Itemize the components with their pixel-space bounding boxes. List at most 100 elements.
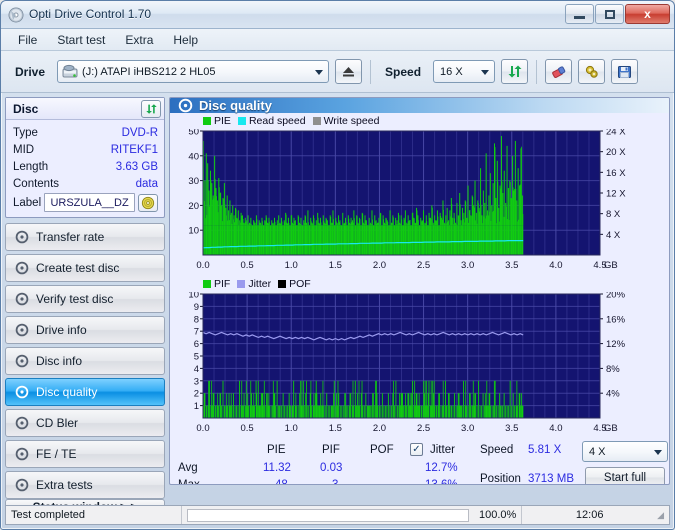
- settings-button[interactable]: [578, 59, 606, 84]
- disc-panel-header: Disc: [6, 98, 164, 120]
- disc-label-label: Label: [13, 196, 42, 209]
- disc-row-mid: MID RITEKF1: [13, 141, 158, 158]
- settings-icon: [585, 65, 598, 78]
- disc-icon: [15, 447, 29, 461]
- disc-type-label: Type: [13, 126, 38, 139]
- sidebar-item-drive-info[interactable]: Drive info: [5, 316, 165, 344]
- svg-text:4%: 4%: [606, 389, 620, 400]
- svg-text:10: 10: [188, 292, 199, 301]
- sidebar-item-disc-quality[interactable]: Disc quality: [5, 378, 165, 406]
- legend-label-pie: PIE: [214, 115, 231, 127]
- legend-swatch-pif: [203, 280, 211, 288]
- start-full-button[interactable]: Start full: [585, 467, 665, 484]
- disc-row-length: Length 3.63 GB: [13, 158, 158, 175]
- menu-start-test[interactable]: Start test: [48, 30, 114, 50]
- charts-area: PIE Read speed Write speed 50 40 30 20 10 24 …: [170, 113, 669, 441]
- svg-text:8%: 8%: [606, 364, 620, 375]
- maximize-button[interactable]: [595, 4, 624, 24]
- svg-text:2.0: 2.0: [373, 260, 386, 271]
- stats-header-pif: PIF: [322, 444, 340, 456]
- pif-chart-plot[interactable]: 1098 76 543 21 20% 16% 12% 8% 4% 0.0 0.5 1.0 1.5 2.0 2…: [170, 292, 651, 440]
- svg-text:1.0: 1.0: [285, 423, 298, 434]
- close-button[interactable]: x: [625, 4, 670, 24]
- svg-text:3.0: 3.0: [461, 423, 474, 434]
- svg-text:1.0: 1.0: [285, 260, 298, 271]
- stats-avg-jitter: 12.7%: [425, 462, 458, 474]
- sidebar-item-transfer-rate[interactable]: Transfer rate: [5, 223, 165, 251]
- menu-help[interactable]: Help: [164, 30, 207, 50]
- stats-header-pie: PIE: [267, 444, 286, 456]
- disc-row-type: Type DVD-R: [13, 124, 158, 141]
- svg-text:3.0: 3.0: [461, 260, 474, 271]
- jitter-checkbox[interactable]: ✓: [410, 443, 423, 456]
- legend-item-jitter: Jitter: [237, 278, 271, 290]
- stats-avg-pif: 0.03: [320, 462, 343, 474]
- menu-file[interactable]: File: [9, 30, 46, 50]
- sidebar-item-label: Disc quality: [36, 385, 98, 399]
- legend-label-pof: POF: [289, 278, 311, 290]
- disc-length-value: 3.63 GB: [115, 160, 158, 173]
- eject-button[interactable]: [335, 59, 363, 84]
- disc-panel-title: Disc: [13, 101, 39, 116]
- sidebar-item-cd-bler[interactable]: CD Bler: [5, 409, 165, 437]
- stats-header-pof: POF: [370, 444, 394, 456]
- pif-chart-legend: PIF Jitter POF: [203, 278, 311, 290]
- stats-header-jitter: Jitter: [430, 444, 455, 456]
- speed-select[interactable]: 16 X: [433, 60, 496, 83]
- minimize-button[interactable]: [565, 4, 594, 24]
- disc-icon: [15, 261, 29, 275]
- svg-text:1.5: 1.5: [329, 423, 342, 434]
- sidebar-item-verify-test-disc[interactable]: Verify test disc: [5, 285, 165, 313]
- pie-chart-legend: PIE Read speed Write speed: [203, 115, 379, 127]
- svg-text:1.5: 1.5: [329, 260, 342, 271]
- svg-text:10: 10: [188, 226, 199, 237]
- eraser-button[interactable]: [545, 59, 573, 84]
- disc-label-value: URSZULA__DZ: [44, 193, 135, 212]
- status-separator-2: [521, 506, 523, 524]
- svg-text:2.5: 2.5: [417, 260, 430, 271]
- menu-bar: File Start test Extra Help: [1, 29, 674, 51]
- stats-max-pie: 48: [275, 479, 288, 485]
- legend-label-read-speed: Read speed: [248, 115, 306, 127]
- legend-swatch-pie: [203, 117, 211, 125]
- sidebar-item-label: Transfer rate: [36, 230, 105, 244]
- disc-refresh-button[interactable]: [141, 99, 161, 118]
- legend-item-write-speed: Write speed: [312, 115, 379, 127]
- disc-row-label: Label URSZULA__DZ: [13, 193, 158, 212]
- test-speed-select[interactable]: 4 X: [582, 441, 668, 462]
- pif-chart-container: PIF Jitter POF 10 9 8 7 6 5 4 3 2 1 20% 16% 12% 8% 4% 0…: [170, 278, 669, 441]
- svg-text:3.5: 3.5: [505, 260, 518, 271]
- disc-label-icon-button[interactable]: [138, 193, 158, 212]
- disc-icon: [15, 323, 29, 337]
- drive-select[interactable]: (J:) ATAPI iHBS212 2 HL05: [57, 60, 330, 83]
- disc-row-contents: Contents data: [13, 175, 158, 192]
- disc-icon: [15, 385, 29, 399]
- sidebar-item-fe-te[interactable]: FE / TE: [5, 440, 165, 468]
- svg-text:4.0: 4.0: [549, 260, 562, 271]
- pie-chart-plot[interactable]: 50 40 30 20 10 24 X 20 X 16 X 12 X 8 X 4 X 0.0 0.5 1.…: [170, 129, 651, 277]
- drive-value: (J:) ATAPI iHBS212 2 HL05: [82, 65, 216, 78]
- svg-text:8: 8: [194, 314, 199, 325]
- sidebar-item-create-test-disc[interactable]: Create test disc: [5, 254, 165, 282]
- speed-label: Speed: [385, 64, 422, 79]
- sidebar-item-disc-info[interactable]: Disc info: [5, 347, 165, 375]
- maximize-icon: [604, 9, 615, 19]
- disc-icon: [15, 416, 29, 430]
- sidebar-item-extra-tests[interactable]: Extra tests: [5, 471, 165, 499]
- menu-extra[interactable]: Extra: [116, 30, 162, 50]
- chevron-down-icon: [315, 69, 324, 75]
- sidebar-item-label: Verify test disc: [36, 292, 114, 306]
- refresh-icon: [145, 103, 157, 114]
- test-speed-value: 4 X: [589, 445, 606, 458]
- resize-grip-icon[interactable]: ◢: [657, 510, 669, 521]
- svg-text:20: 20: [188, 201, 199, 212]
- svg-text:9: 9: [194, 302, 199, 313]
- speed-value: 16 X: [440, 65, 463, 78]
- pie-chart-container: PIE Read speed Write speed 50 40 30 20 10 24 …: [170, 115, 669, 278]
- disc-icon: [15, 230, 29, 244]
- disc-contents-value: data: [135, 177, 158, 190]
- refresh-button[interactable]: [501, 59, 529, 84]
- window-title: Opti Drive Control 1.70: [29, 7, 152, 21]
- progress-bar-cell: [182, 506, 474, 524]
- save-button[interactable]: [611, 59, 639, 84]
